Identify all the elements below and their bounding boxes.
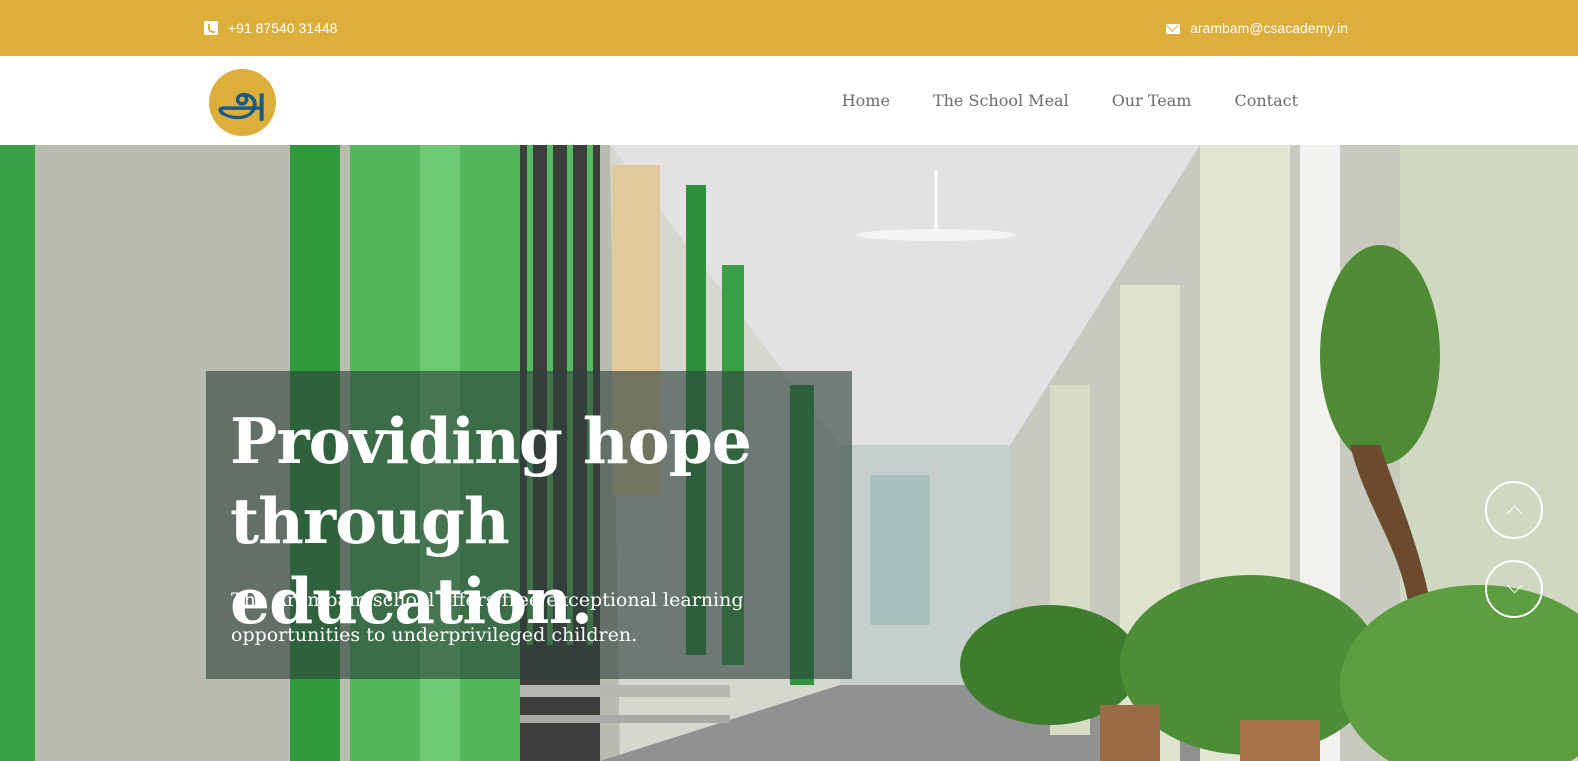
envelope-icon <box>1166 23 1181 34</box>
nav-home[interactable]: Home <box>842 91 890 110</box>
main-nav: Home The School Meal Our Team Contact <box>842 56 1298 145</box>
logo-glyph: அ <box>218 74 267 126</box>
phone-number[interactable]: +91 87540 31448 <box>228 20 337 36</box>
contact-phone[interactable]: +91 87540 31448 <box>204 0 337 56</box>
top-info-bar: +91 87540 31448 arambam@csacademy.in <box>0 0 1578 56</box>
hero-slider: Providing hope through education. The Ar… <box>0 145 1578 761</box>
nav-our-team[interactable]: Our Team <box>1112 91 1192 110</box>
nav-contact[interactable]: Contact <box>1234 91 1298 110</box>
chevron-up-icon <box>1506 505 1523 522</box>
site-header: அ Home The School Meal Our Team Contact <box>0 56 1578 145</box>
hero-caption-box: Providing hope through education. The Ar… <box>206 371 852 679</box>
nav-school-meal[interactable]: The School Meal <box>933 91 1069 110</box>
slider-next-button[interactable] <box>1485 560 1543 618</box>
hero-subtext: The Arambam school offers free exception… <box>231 589 744 646</box>
phone-icon <box>204 21 218 35</box>
slider-prev-button[interactable] <box>1485 481 1543 539</box>
chevron-down-icon <box>1506 577 1523 594</box>
email-address[interactable]: arambam@csacademy.in <box>1190 20 1348 36</box>
contact-email[interactable]: arambam@csacademy.in <box>1166 0 1348 56</box>
logo[interactable]: அ <box>209 69 276 136</box>
